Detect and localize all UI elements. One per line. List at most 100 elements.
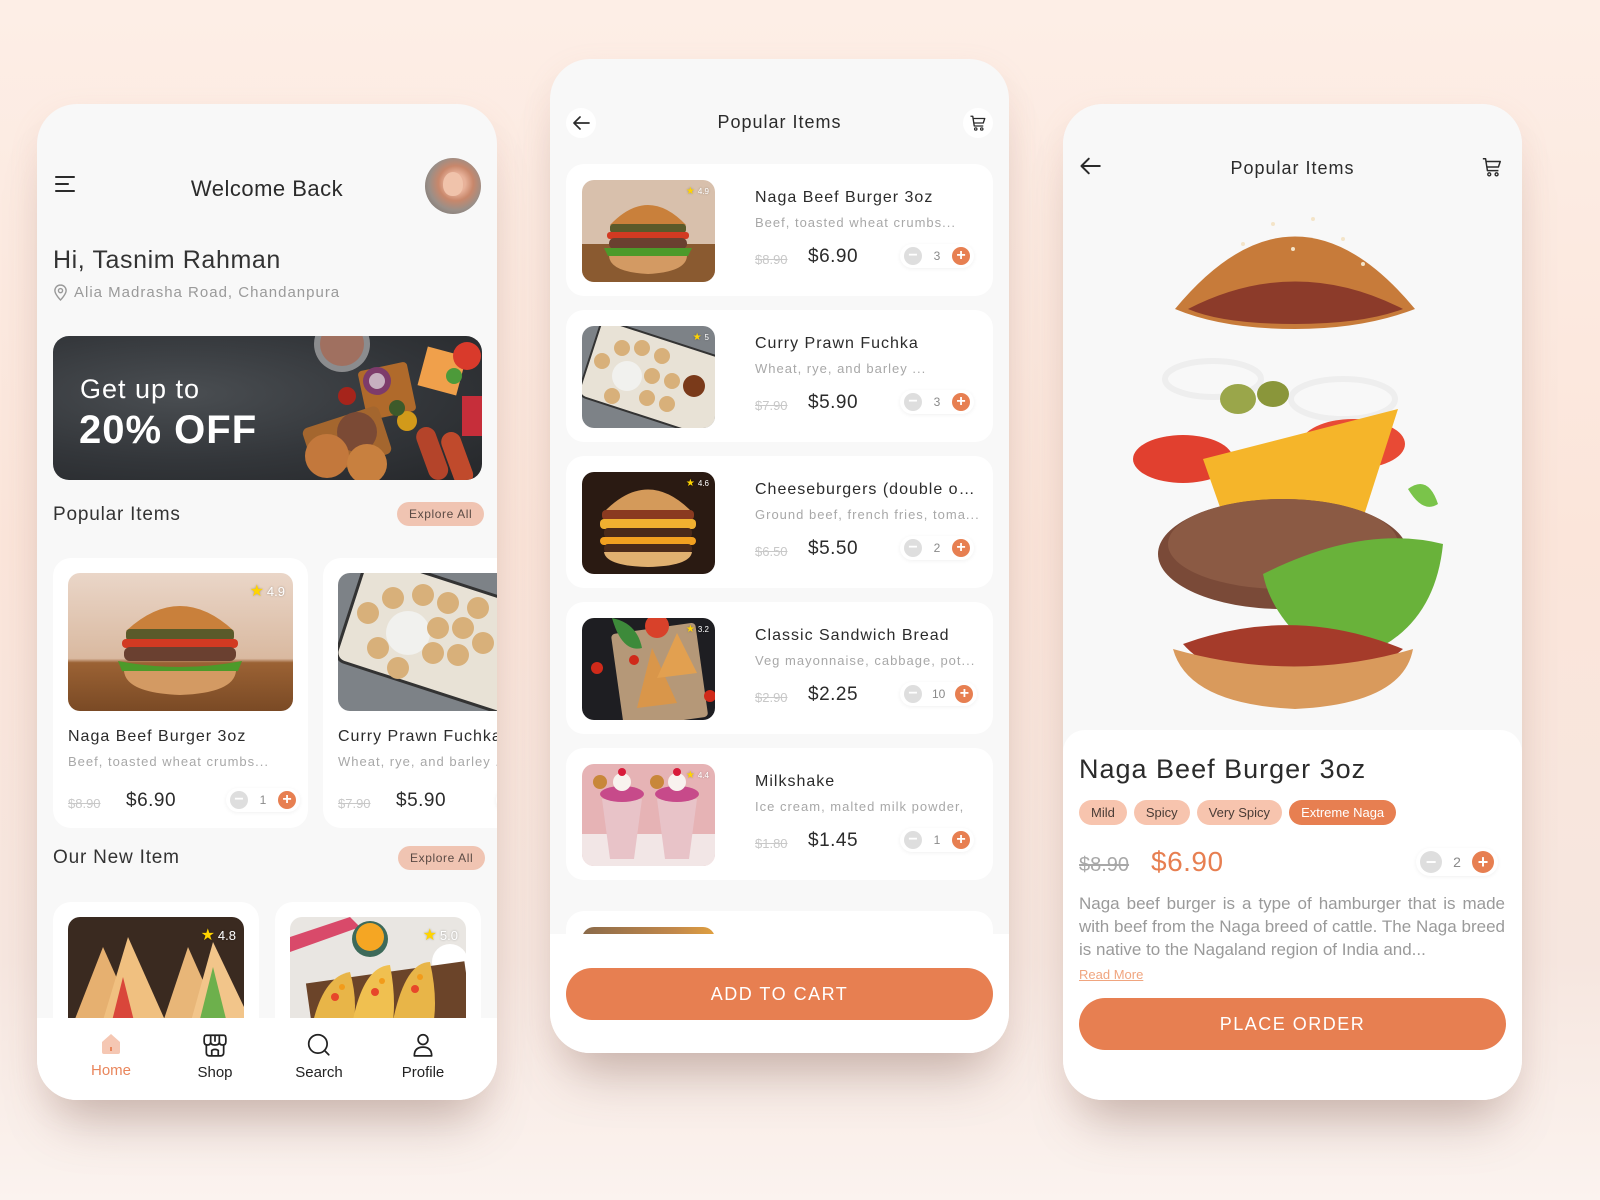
quantity-stepper: −3 + xyxy=(900,390,974,414)
list-footer: ADD TO CART xyxy=(550,934,1009,1053)
rating-badge: ★ 4.8 xyxy=(200,927,236,944)
header-title: Popular Items xyxy=(1230,158,1355,178)
list-item[interactable]: ★ 4.6 Cheeseburgers (double or ... Ground b… xyxy=(566,456,993,588)
quantity-stepper: −10 + xyxy=(900,682,978,706)
item-desc: Beef, toasted wheat crumbs... xyxy=(755,215,956,230)
item-price: $6.90 xyxy=(126,790,177,811)
decrease-button[interactable]: − xyxy=(904,685,922,703)
cart-button[interactable] xyxy=(963,108,993,138)
increase-button[interactable]: + xyxy=(1472,851,1494,873)
quantity-value: 3 xyxy=(933,395,941,409)
decrease-button[interactable]: − xyxy=(1420,851,1442,873)
banner-discount: 20% OFF xyxy=(79,408,258,452)
increase-button[interactable]: + xyxy=(952,393,970,411)
item-name: Milkshake xyxy=(755,773,836,790)
food-image: ★ 4.6 xyxy=(582,472,715,574)
nav-profile[interactable]: Profile xyxy=(383,1032,463,1100)
item-old-price: $8.90 xyxy=(1079,854,1130,876)
shop-icon xyxy=(203,1034,227,1057)
star-icon: ★ xyxy=(249,583,264,600)
star-icon: ★ xyxy=(685,624,695,635)
item-desc: Beef, toasted wheat crumbs... xyxy=(68,754,269,769)
item-name: Curry Prawn Fuchka xyxy=(755,335,919,352)
spice-level-selector: Mild Spicy Very Spicy Extreme Naga xyxy=(1079,800,1397,825)
item-old-price: $8.90 xyxy=(68,796,101,811)
list-item[interactable]: ★ 5 Curry Prawn Fuchka Wheat, rye, and barl… xyxy=(566,310,993,442)
quantity-value: 1 xyxy=(259,793,267,807)
item-desc: Veg mayonnaise, cabbage, pot... xyxy=(755,653,976,668)
quantity-value: 2 xyxy=(1453,854,1461,870)
item-price: $6.90 xyxy=(808,246,859,267)
quantity-stepper: −1 + xyxy=(900,828,974,852)
star-icon: ★ xyxy=(200,927,215,944)
increase-button[interactable]: + xyxy=(952,539,970,557)
popular-item-card[interactable]: ★ 4.9 Naga Beef Burger 3oz Beef, toasted … xyxy=(53,558,308,828)
star-icon: ★ xyxy=(692,332,702,343)
quantity-stepper: −3 + xyxy=(900,244,974,268)
decrease-button[interactable]: − xyxy=(230,791,248,809)
new-items-title: Our New Item xyxy=(53,847,180,868)
quantity-stepper: − 2 + xyxy=(1416,848,1498,876)
spice-tag[interactable]: Very Spicy xyxy=(1196,800,1283,825)
item-name: Cheeseburgers (double or ... xyxy=(755,481,980,498)
spice-tag[interactable]: Mild xyxy=(1079,800,1127,825)
increase-button[interactable]: + xyxy=(952,831,970,849)
popular-item-card[interactable]: Curry Prawn Fuchka Wheat, rye, and barle… xyxy=(323,558,497,828)
decrease-button[interactable]: − xyxy=(904,831,922,849)
decrease-button[interactable]: − xyxy=(904,393,922,411)
decrease-button[interactable]: − xyxy=(904,539,922,557)
list-item[interactable]: ★ 4.4 Milkshake Ice cream, malted milk powd… xyxy=(566,748,993,880)
item-price: $2.25 xyxy=(808,684,859,705)
read-more-link[interactable]: Read More xyxy=(1079,967,1143,982)
add-to-cart-button[interactable]: ADD TO CART xyxy=(566,968,993,1020)
increase-button[interactable]: + xyxy=(952,247,970,265)
item-price: $5.90 xyxy=(808,392,859,413)
list-item[interactable]: ★ 4.9 Naga Beef Burger 3oz Beef, toasted wh… xyxy=(566,164,993,296)
item-name: Naga Beef Burger 3oz xyxy=(755,189,934,206)
item-old-price: $8.90 xyxy=(755,252,788,267)
item-old-price: $2.90 xyxy=(755,690,788,705)
rating-badge: ★ 4.4 xyxy=(685,770,709,781)
item-desc: Ground beef, french fries, toma... xyxy=(755,507,980,522)
spice-tag[interactable]: Extreme Naga xyxy=(1289,800,1397,825)
item-old-price: $6.50 xyxy=(755,544,788,559)
item-name: Naga Beef Burger 3oz xyxy=(1079,754,1367,784)
rating-badge: ★ 3.2 xyxy=(685,624,709,635)
new-explore-all-button[interactable]: Explore All xyxy=(398,846,486,870)
quantity-value: 10 xyxy=(932,687,946,701)
fuchka-photo xyxy=(338,573,497,711)
item-desc: Ice cream, malted milk powder, xyxy=(755,799,965,814)
quantity-value: 2 xyxy=(933,541,941,555)
popular-explore-all-button[interactable]: Explore All xyxy=(397,502,485,526)
nav-search[interactable]: Search xyxy=(279,1032,359,1100)
item-detail-screen: Popular Items Naga Beef Burger 3oz Mild S… xyxy=(1063,104,1522,1100)
decrease-button[interactable]: − xyxy=(904,247,922,265)
place-order-button[interactable]: PLACE ORDER xyxy=(1079,998,1506,1050)
star-icon: ★ xyxy=(685,186,695,197)
cart-button[interactable] xyxy=(1481,156,1505,180)
home-icon xyxy=(102,1034,120,1054)
increase-button[interactable]: + xyxy=(955,685,974,703)
rating-badge: ★ 5.0 xyxy=(422,927,458,944)
nav-home[interactable]: Home xyxy=(71,1032,151,1100)
bottom-navigation: Home Shop Search Profile xyxy=(37,1018,497,1100)
rating-badge: ★ 4.6 xyxy=(685,478,709,489)
item-price: $5.50 xyxy=(808,538,859,559)
item-desc: Wheat, rye, and barley ... xyxy=(338,754,497,769)
spice-tag[interactable]: Spicy xyxy=(1133,800,1190,825)
star-icon: ★ xyxy=(685,478,695,489)
location: Alia Madrasha Road, Chandanpura xyxy=(53,284,340,301)
item-name: Classic Sandwich Bread xyxy=(755,627,950,644)
search-icon xyxy=(307,1033,330,1056)
item-old-price: $7.90 xyxy=(755,398,788,413)
home-screen: Welcome Back Hi, Tasnim Rahman Alia Madr… xyxy=(37,104,497,1100)
promo-banner[interactable]: Get up to 20% OFF xyxy=(53,336,482,480)
quantity-stepper: − 1 + xyxy=(226,788,300,812)
increase-button[interactable]: + xyxy=(278,791,296,809)
rating-badge: ★ 4.9 xyxy=(685,186,709,197)
nav-shop[interactable]: Shop xyxy=(175,1032,255,1100)
food-image: ★ 3.2 xyxy=(582,618,715,720)
list-item[interactable]: ★ 3.2 Classic Sandwich Bread Veg mayonnaise… xyxy=(566,602,993,734)
avatar[interactable] xyxy=(425,158,481,214)
item-old-price: $1.80 xyxy=(755,836,788,851)
